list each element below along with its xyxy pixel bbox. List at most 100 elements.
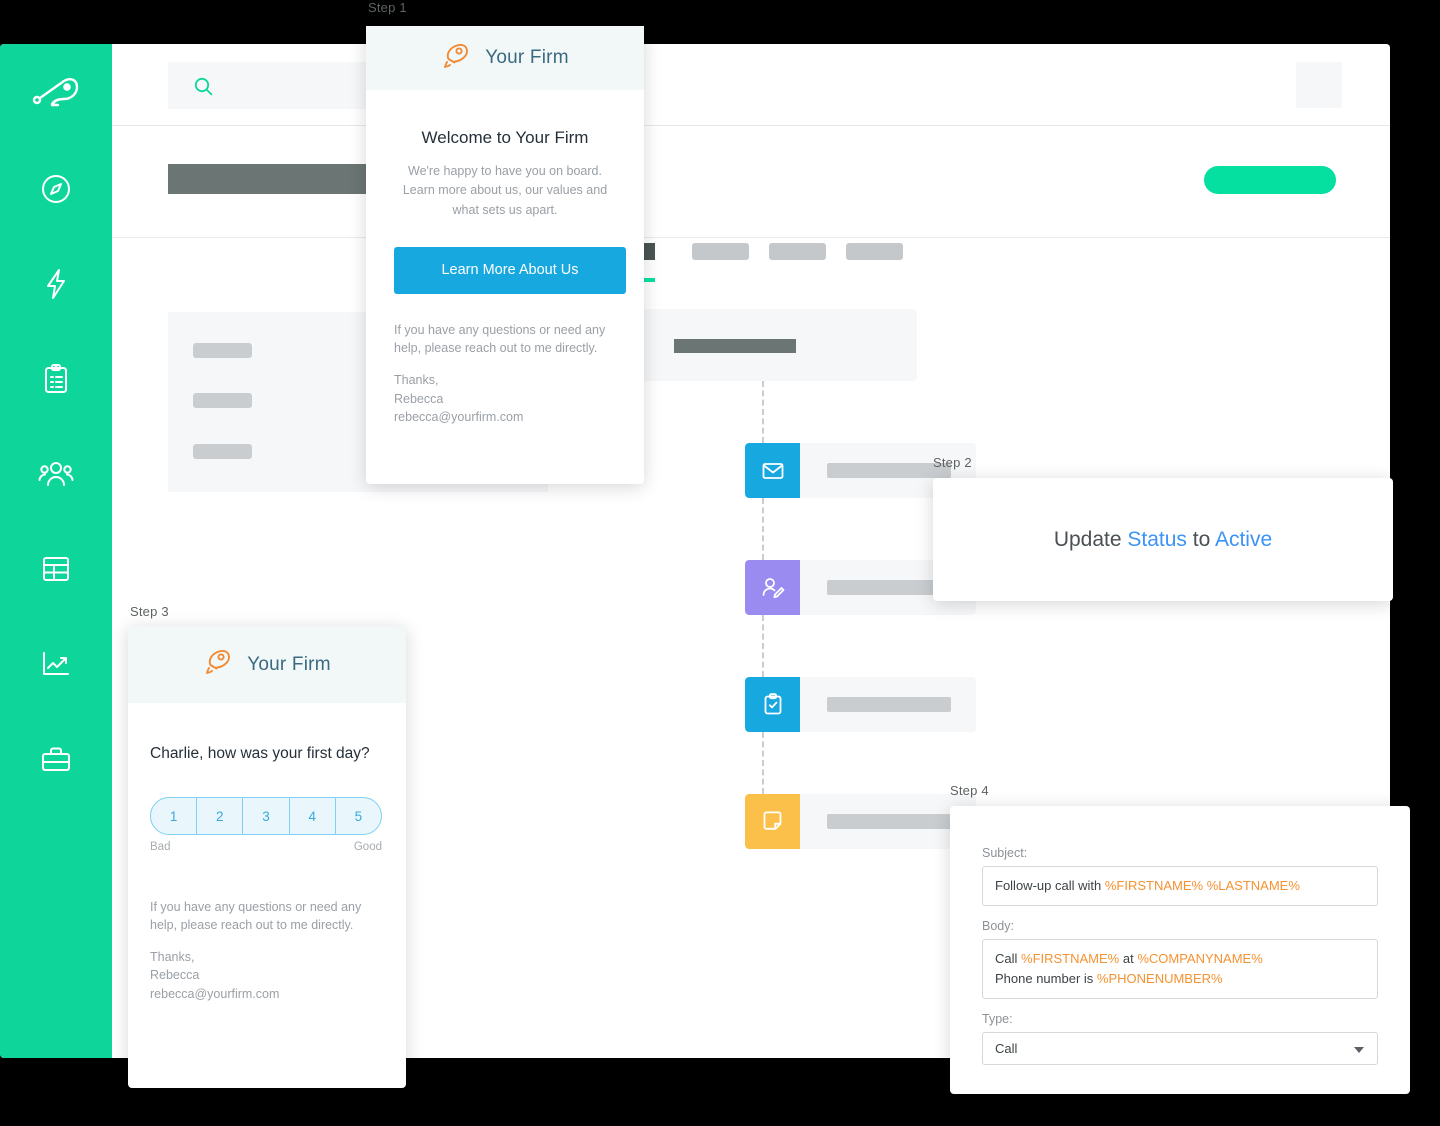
type-select-value: Call	[995, 1041, 1018, 1057]
step-1-card: Your Firm Welcome to Your Firm We're hap…	[366, 26, 644, 484]
sender-name: Rebecca	[150, 968, 200, 983]
placeholder-line	[193, 444, 252, 459]
workflow-header	[633, 309, 917, 381]
sidebar-item-home[interactable]	[28, 66, 84, 122]
help-text: If you have any questions or need any he…	[394, 323, 606, 356]
rating-option-2[interactable]: 2	[197, 798, 244, 834]
email-signoff: If you have any questions or need any he…	[394, 321, 616, 426]
status-value: Active	[1214, 527, 1273, 551]
sidebar-item-explore[interactable]	[28, 161, 84, 217]
sidebar-item-records[interactable]	[28, 541, 84, 597]
brand-name: Your Firm	[247, 653, 331, 675]
status-middle: to	[1186, 527, 1215, 551]
help-text: If you have any questions or need any he…	[150, 900, 362, 933]
sender-name: Rebecca	[394, 391, 444, 406]
workflow-connector	[762, 498, 764, 560]
tab-bar	[632, 243, 923, 260]
step-3-body: Charlie, how was your first day? 1 2 3 4…	[128, 745, 406, 1003]
workflow-step-note[interactable]	[745, 794, 976, 849]
status-field: Status	[1127, 527, 1187, 551]
type-select[interactable]: Call	[982, 1032, 1378, 1066]
lightning-icon	[41, 268, 71, 300]
subject-static-text: Follow-up call with	[995, 878, 1105, 893]
body-token-companyname: %COMPANYNAME%	[1137, 951, 1263, 967]
rocket-icon	[203, 648, 233, 681]
people-icon	[38, 459, 74, 489]
sidebar-item-contacts[interactable]	[28, 446, 84, 502]
table-icon	[40, 554, 72, 584]
sidebar	[0, 44, 112, 1058]
body-token-phonenumber: %PHONENUMBER%	[1096, 971, 1223, 987]
sender-email: rebecca@yourfirm.com	[150, 986, 280, 1001]
status-update-text: Update Status to Active	[1054, 528, 1272, 552]
workflow-connector	[762, 615, 764, 677]
rocket-icon	[441, 42, 471, 75]
toolbox-icon	[40, 744, 72, 774]
topbar	[112, 44, 1390, 126]
rocket-logo-icon	[31, 74, 81, 114]
avatar[interactable]	[1296, 62, 1342, 108]
rating-legend-high: Good	[353, 841, 382, 853]
step-3-card: Your Firm Charlie, how was your first da…	[128, 626, 406, 1088]
subject-field[interactable]: Follow-up call with %FIRSTNAME% %LASTNAM…	[982, 866, 1378, 907]
workflow-connector	[762, 732, 764, 794]
rating-option-5[interactable]: 5	[336, 798, 381, 834]
type-label: Type:	[982, 1012, 1013, 1027]
rating-option-3[interactable]: 3	[243, 798, 290, 834]
brand-name: Your Firm	[485, 47, 569, 68]
body-line-2: Phone number is %PHONENUMBER%	[995, 969, 1365, 989]
status-prefix: Update	[1053, 527, 1128, 551]
rating-option-4[interactable]: 4	[290, 798, 336, 834]
person-edit-icon	[745, 560, 800, 615]
survey-question: Charlie, how was your first day?	[150, 745, 370, 762]
placeholder-line	[193, 343, 252, 358]
chevron-down-icon	[1354, 1047, 1364, 1054]
thanks-text: Thanks,	[394, 373, 439, 388]
workflow-step-label-placeholder	[827, 697, 951, 712]
step-4-label: Step 4	[950, 783, 989, 798]
learn-more-button[interactable]: Learn More About Us	[394, 247, 626, 295]
tab-2[interactable]	[692, 243, 749, 260]
survey-card-header: Your Firm	[128, 626, 406, 703]
chart-trend-icon	[40, 649, 72, 679]
compass-icon	[40, 173, 72, 205]
rating-option-1[interactable]: 1	[151, 798, 198, 834]
sidebar-item-reports[interactable]	[28, 636, 84, 692]
email-card-header: Your Firm	[366, 26, 644, 90]
subject-label: Subject:	[982, 846, 1028, 860]
subject-token-firstname: %FIRSTNAME%	[1104, 878, 1204, 893]
body-token-firstname: %FIRSTNAME%	[1021, 951, 1120, 967]
clipboard-icon	[41, 363, 71, 395]
workflow-connector	[762, 381, 764, 443]
survey-signoff: If you have any questions or need any he…	[150, 898, 384, 1003]
step-1-label: Step 1	[368, 0, 407, 15]
workflow-step-task[interactable]	[745, 677, 976, 732]
step-2-card: Update Status to Active	[933, 478, 1393, 601]
body-line1-middle: at	[1119, 951, 1138, 967]
step-1-body: Welcome to Your Firm We're happy to have…	[366, 128, 644, 426]
rating-legend-low: Bad	[150, 841, 171, 853]
workflow-title-placeholder	[674, 339, 796, 353]
tab-3[interactable]	[769, 243, 826, 260]
body-line2-prefix: Phone number is	[995, 971, 1097, 987]
subject-token-lastname: %LASTNAME%	[1206, 878, 1300, 893]
sidebar-item-tasks[interactable]	[28, 351, 84, 407]
tab-4[interactable]	[846, 243, 903, 260]
email-icon	[745, 443, 800, 498]
welcome-lead: We're happy to have you on board. Learn …	[402, 164, 608, 217]
sender-email: rebecca@yourfirm.com	[394, 409, 524, 424]
step-4-card: Subject: Follow-up call with %FIRSTNAME%…	[950, 806, 1410, 1094]
note-icon	[745, 794, 800, 849]
primary-cta-button[interactable]	[1204, 166, 1336, 194]
workflow-step-label-placeholder	[827, 814, 951, 829]
body-field[interactable]: Call %FIRSTNAME% at %COMPANYNAME% Phone …	[982, 939, 1378, 1000]
rating-scale[interactable]: 1 2 3 4 5	[150, 797, 382, 835]
welcome-heading: Welcome to Your Firm	[421, 128, 589, 147]
step-2-label: Step 2	[933, 455, 972, 470]
sidebar-item-tools[interactable]	[28, 731, 84, 787]
thanks-text: Thanks,	[150, 950, 195, 965]
sidebar-item-automations[interactable]	[28, 256, 84, 312]
step-4-form: Subject: Follow-up call with %FIRSTNAME%…	[950, 806, 1410, 1066]
rating-legend: Bad Good	[150, 841, 382, 853]
body-line1-prefix: Call	[995, 951, 1022, 967]
